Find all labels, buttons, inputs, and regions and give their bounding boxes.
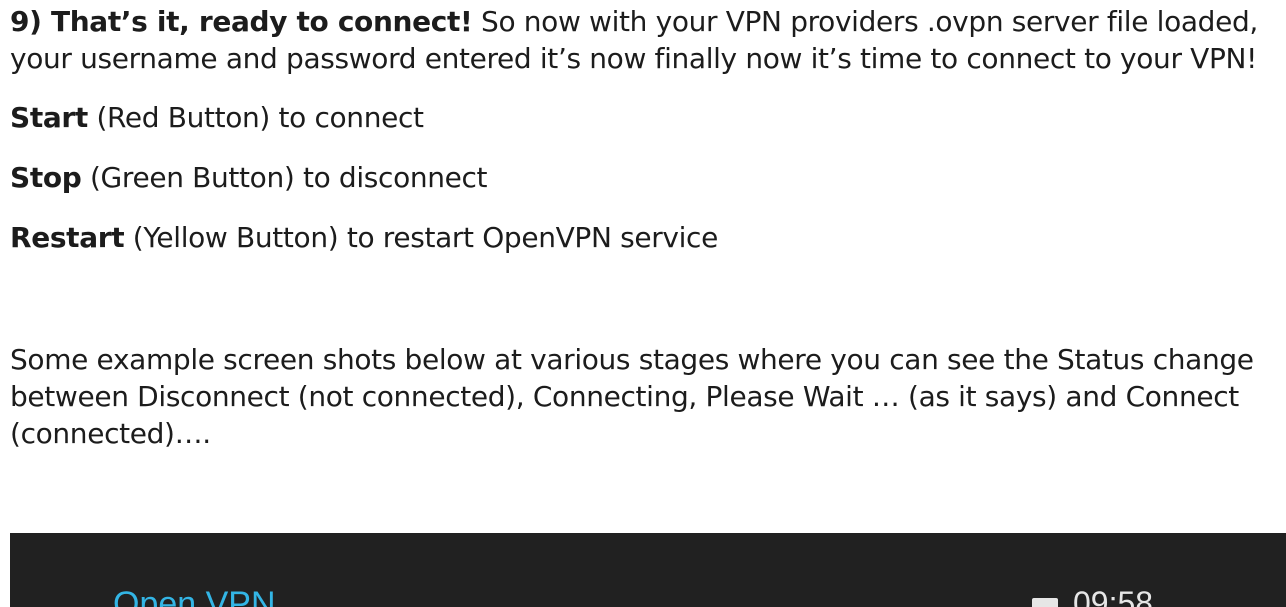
step-heading: 9) That’s it, ready to connect! — [10, 5, 473, 38]
start-instruction: Start (Red Button) to connect — [10, 99, 1280, 136]
clock-time: 09:58 — [1073, 585, 1154, 607]
app-title: Open VPN — [113, 585, 276, 607]
restart-description: (Yellow Button) to restart OpenVPN servi… — [124, 221, 719, 254]
openvpn-screenshot: Open VPN 09:58 — [10, 533, 1286, 607]
restart-instruction: Restart (Yellow Button) to restart OpenV… — [10, 219, 1280, 256]
article-body: 9) That’s it, ready to connect! So now w… — [10, 0, 1280, 452]
start-description: (Red Button) to connect — [87, 101, 424, 134]
restart-label: Restart — [10, 221, 125, 254]
stop-description: (Green Button) to disconnect — [81, 161, 488, 194]
stop-label: Stop — [10, 161, 82, 194]
network-status-icon — [1032, 598, 1058, 607]
examples-paragraph: Some example screen shots below at vario… — [10, 343, 1254, 450]
stop-instruction: Stop (Green Button) to disconnect — [10, 159, 1280, 196]
start-label: Start — [10, 101, 88, 134]
step-paragraph: 9) That’s it, ready to connect! So now w… — [10, 0, 1280, 77]
